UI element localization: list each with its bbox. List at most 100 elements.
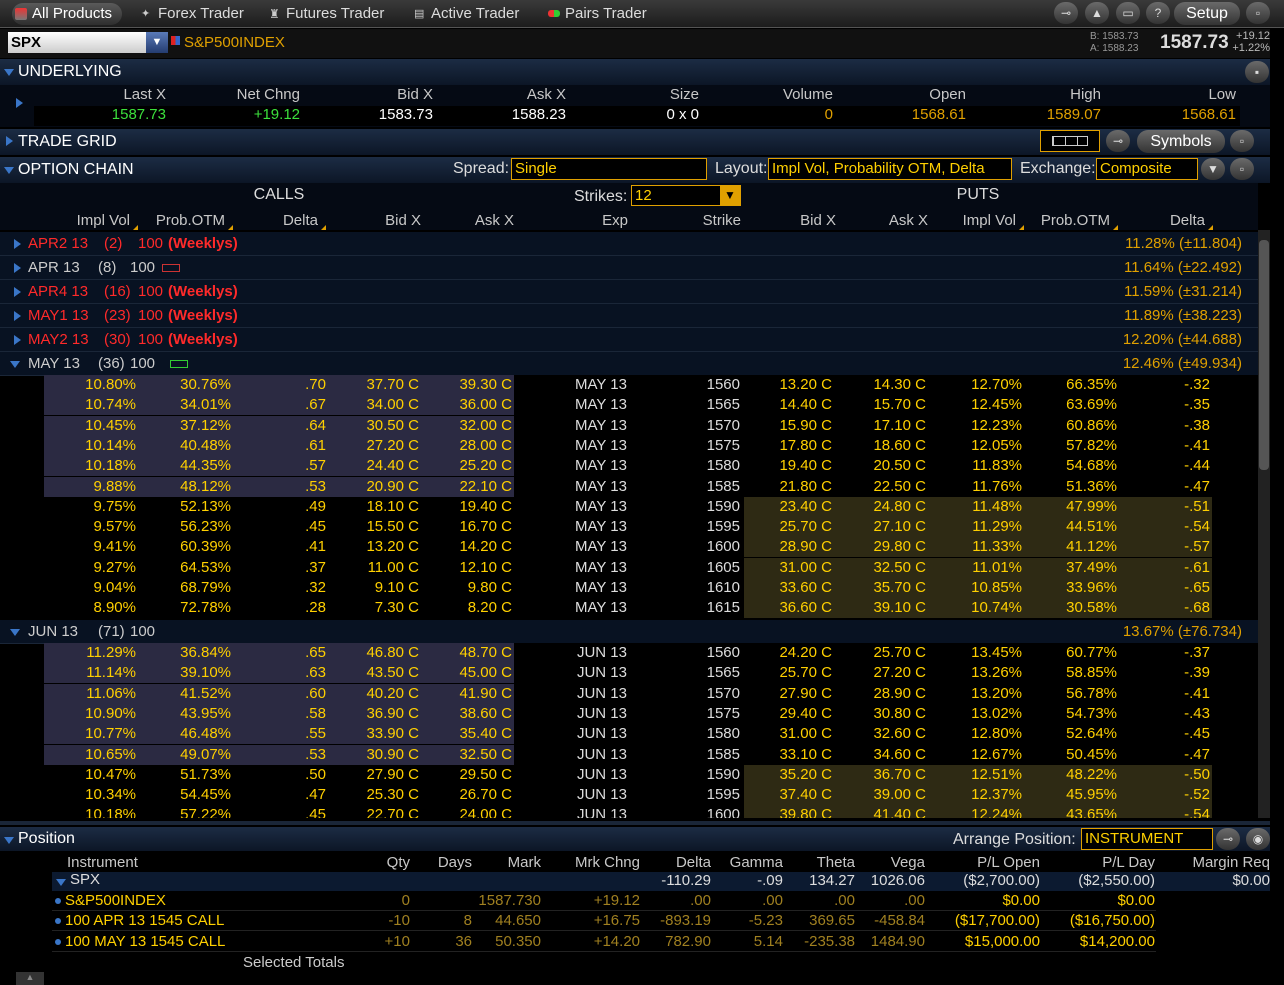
chain-cell[interactable]: 44.35%: [131, 456, 231, 476]
chain-cell[interactable]: 36.84%: [131, 643, 231, 663]
chain-cell[interactable]: 23.40 C: [732, 497, 832, 517]
chain-cell[interactable]: 31.00 C: [732, 558, 832, 578]
chain-cell[interactable]: 39.00 C: [826, 785, 926, 805]
chain-cell[interactable]: 63.69%: [1017, 395, 1117, 415]
chain-cell[interactable]: 1570: [640, 684, 740, 704]
chain-cell[interactable]: .32: [226, 578, 326, 598]
chain-cell[interactable]: -.50: [1110, 765, 1210, 785]
chain-cell[interactable]: 16.70 C: [412, 517, 512, 537]
chain-cell[interactable]: 29.50 C: [412, 765, 512, 785]
chain-cell[interactable]: 28.00 C: [412, 436, 512, 456]
chain-cell[interactable]: 8.20 C: [412, 598, 512, 618]
chain-scroll-thumb[interactable]: [1259, 240, 1269, 470]
layout-select[interactable]: Impl Vol, Probability OTM, Delta: [768, 158, 1012, 180]
chain-cell[interactable]: 33.60 C: [732, 578, 832, 598]
chain-cell[interactable]: 12.70%: [922, 375, 1022, 395]
chain-cell[interactable]: 25.20 C: [412, 456, 512, 476]
chain-cell[interactable]: 13.20 C: [319, 537, 419, 557]
chain-cell[interactable]: 58.85%: [1017, 663, 1117, 683]
chain-cell[interactable]: 1595: [640, 785, 740, 805]
expiration-row[interactable]: MAY2 13 (30) 100 (Weeklys) 12.20% (±44.688): [0, 328, 1258, 352]
settings-icon[interactable]: ◉: [1246, 828, 1270, 850]
chain-cell[interactable]: 25.70 C: [732, 663, 832, 683]
resize-handle-icon[interactable]: ▲: [16, 972, 44, 985]
position-cell[interactable]: $0.00: [1045, 891, 1155, 911]
chain-cell[interactable]: 10.14%: [36, 436, 136, 456]
chain-cell[interactable]: 40.48%: [131, 436, 231, 456]
chain-cell[interactable]: 36.60 C: [732, 598, 832, 618]
detach-icon[interactable]: ▫: [1230, 130, 1254, 152]
chain-cell[interactable]: 66.35%: [1017, 375, 1117, 395]
chain-cell[interactable]: 38.60 C: [412, 704, 512, 724]
tab-futures-trader[interactable]: ♜ Futures Trader: [266, 3, 384, 25]
chain-col-header[interactable]: Impl Vol: [916, 212, 1016, 229]
position-instrument[interactable]: 100 MAY 13 1545 CALL: [65, 932, 225, 952]
chain-cell[interactable]: 10.85%: [922, 578, 1022, 598]
chain-cell[interactable]: -.47: [1110, 477, 1210, 497]
chain-cell[interactable]: 44.51%: [1017, 517, 1117, 537]
chain-cell[interactable]: 10.47%: [36, 765, 136, 785]
chain-cell[interactable]: 1575: [640, 436, 740, 456]
chain-cell[interactable]: .37: [226, 558, 326, 578]
chain-cell[interactable]: 43.50 C: [319, 663, 419, 683]
chain-cell[interactable]: 27.90 C: [319, 765, 419, 785]
chain-cell[interactable]: 15.90 C: [732, 416, 832, 436]
chain-cell[interactable]: 25.30 C: [319, 785, 419, 805]
chain-cell[interactable]: 1580: [640, 456, 740, 476]
chain-cell[interactable]: 11.14%: [36, 663, 136, 683]
link-icon[interactable]: ⊸: [1054, 2, 1078, 24]
chain-cell[interactable]: 1610: [640, 578, 740, 598]
expiration-row[interactable]: APR2 13 (2) 100 (Weeklys) 11.28% (±11.804): [0, 232, 1258, 256]
expand-triangle-icon[interactable]: [14, 263, 21, 273]
chain-cell[interactable]: 45.00 C: [412, 663, 512, 683]
expand-triangle-icon[interactable]: [14, 239, 21, 249]
chain-cell[interactable]: 33.10 C: [732, 745, 832, 765]
detach-icon[interactable]: ▫: [1246, 2, 1270, 24]
expand-triangle-icon[interactable]: [10, 629, 20, 636]
chain-cell[interactable]: 37.40 C: [732, 785, 832, 805]
chain-cell[interactable]: JUN 13: [527, 684, 627, 704]
chain-cell[interactable]: 1595: [640, 517, 740, 537]
chain-cell[interactable]: 29.80 C: [826, 537, 926, 557]
chain-cell[interactable]: 27.90 C: [732, 684, 832, 704]
chain-cell[interactable]: -.45: [1110, 724, 1210, 744]
chain-cell[interactable]: 17.80 C: [732, 436, 832, 456]
chain-cell[interactable]: 64.53%: [131, 558, 231, 578]
chain-col-header[interactable]: Delta: [218, 212, 318, 229]
chain-cell[interactable]: .53: [226, 745, 326, 765]
chain-cell[interactable]: 10.65%: [36, 745, 136, 765]
chain-cell[interactable]: MAY 13: [527, 578, 627, 598]
chain-cell[interactable]: JUN 13: [527, 704, 627, 724]
expiration-row[interactable]: JUN 13 (71) 100 13.67% (±76.734): [0, 620, 1258, 644]
chain-cell[interactable]: 13.45%: [922, 643, 1022, 663]
chain-cell[interactable]: JUN 13: [527, 745, 627, 765]
chain-cell[interactable]: 11.01%: [922, 558, 1022, 578]
tab-pairs-trader[interactable]: Pairs Trader: [545, 3, 647, 25]
chain-cell[interactable]: 10.45%: [36, 416, 136, 436]
chain-cell[interactable]: 30.58%: [1017, 598, 1117, 618]
chain-cell[interactable]: 11.33%: [922, 537, 1022, 557]
chain-cell[interactable]: -.37: [1110, 643, 1210, 663]
chain-cell[interactable]: -.32: [1110, 375, 1210, 395]
spread-select[interactable]: Single: [511, 158, 707, 180]
chain-cell[interactable]: 32.00 C: [412, 416, 512, 436]
chain-cell[interactable]: 17.10 C: [826, 416, 926, 436]
chain-cell[interactable]: JUN 13: [527, 724, 627, 744]
expand-arrow-icon[interactable]: [16, 98, 23, 108]
chain-cell[interactable]: 51.36%: [1017, 477, 1117, 497]
chain-cell[interactable]: 60.86%: [1017, 416, 1117, 436]
chain-cell[interactable]: 27.10 C: [826, 517, 926, 537]
chain-cell[interactable]: 36.70 C: [826, 765, 926, 785]
chain-cell[interactable]: MAY 13: [527, 497, 627, 517]
chain-cell[interactable]: 10.18%: [36, 456, 136, 476]
chain-col-header[interactable]: Exp: [528, 212, 628, 229]
tab-active-trader[interactable]: ▤ Active Trader: [411, 3, 519, 25]
chain-cell[interactable]: MAY 13: [527, 416, 627, 436]
position-cell[interactable]: $15,000.00: [930, 932, 1040, 952]
chain-cell[interactable]: 22.10 C: [412, 477, 512, 497]
symbol-input[interactable]: SPX: [8, 32, 148, 53]
chain-cell[interactable]: 32.50 C: [412, 745, 512, 765]
chain-cell[interactable]: 21.80 C: [732, 477, 832, 497]
chain-col-header[interactable]: Impl Vol: [30, 212, 130, 229]
chain-cell[interactable]: 54.45%: [131, 785, 231, 805]
